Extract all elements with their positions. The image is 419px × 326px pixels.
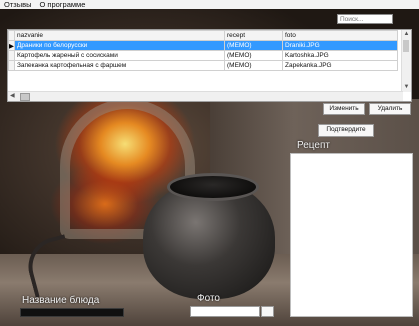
cell-nazvanie[interactable]: Запеканка картофельная с фаршем: [14, 60, 225, 71]
delete-button[interactable]: Удалить: [369, 103, 411, 115]
column-header-recept[interactable]: recept: [224, 30, 283, 41]
dish-name-label: Название блюда: [22, 295, 100, 306]
column-header-nazvanie[interactable]: nazvanie: [14, 30, 225, 41]
browse-photo-button[interactable]: [261, 306, 274, 317]
pot-rim: [167, 173, 259, 201]
scroll-up-icon[interactable]: ▲: [402, 30, 411, 39]
cell-foto[interactable]: Draniki.JPG: [282, 40, 398, 51]
table-header-row: nazvanie recept foto: [8, 30, 398, 41]
cell-nazvanie[interactable]: Картофель жареный с сосисками: [14, 50, 225, 61]
search-input[interactable]: [337, 14, 393, 24]
cell-nazvanie[interactable]: Драники по белорусски: [14, 40, 225, 51]
scroll-left-icon[interactable]: ◀: [10, 92, 15, 101]
confirm-button[interactable]: Подтвердите: [318, 124, 374, 137]
column-header-foto[interactable]: foto: [282, 30, 398, 41]
horizontal-scroll-thumb[interactable]: [20, 93, 30, 101]
recipes-table: nazvanie recept foto ▶ Драники по белору…: [8, 30, 398, 71]
table-row[interactable]: Картофель жареный с сосисками (MEMO) Kar…: [8, 50, 398, 61]
recipe-textbox[interactable]: [290, 153, 413, 317]
horizontal-scrollbar[interactable]: ◀: [8, 91, 403, 101]
current-row-arrow-icon: ▶: [8, 40, 15, 51]
cell-recept[interactable]: (MEMO): [224, 40, 283, 51]
menu-bar: Отзывы О программе: [0, 0, 419, 9]
table-row[interactable]: Запеканка картофельная с фаршем (MEMO) Z…: [8, 60, 398, 71]
vertical-scrollbar[interactable]: ▲ ▼: [401, 30, 411, 92]
vertical-scroll-thumb[interactable]: [403, 40, 409, 52]
menu-item-reviews[interactable]: Отзывы: [0, 0, 35, 9]
scroll-down-icon[interactable]: ▼: [402, 83, 411, 92]
photo-label: Фото: [197, 293, 220, 304]
table-row[interactable]: ▶ Драники по белорусски (MEMO) Draniki.J…: [8, 40, 398, 51]
cell-foto[interactable]: Zapekanka.JPG: [282, 60, 398, 71]
edit-button[interactable]: Изменить: [323, 103, 365, 115]
photo-path-field[interactable]: [190, 306, 260, 317]
cell-recept[interactable]: (MEMO): [224, 60, 283, 71]
cell-foto[interactable]: Kartoshka.JPG: [282, 50, 398, 61]
recipe-label: Рецепт: [297, 140, 330, 151]
cell-recept[interactable]: (MEMO): [224, 50, 283, 61]
dish-name-input[interactable]: [20, 308, 124, 317]
menu-item-about[interactable]: О программе: [35, 0, 89, 9]
recipes-grid[interactable]: nazvanie recept foto ▶ Драники по белору…: [7, 29, 412, 102]
